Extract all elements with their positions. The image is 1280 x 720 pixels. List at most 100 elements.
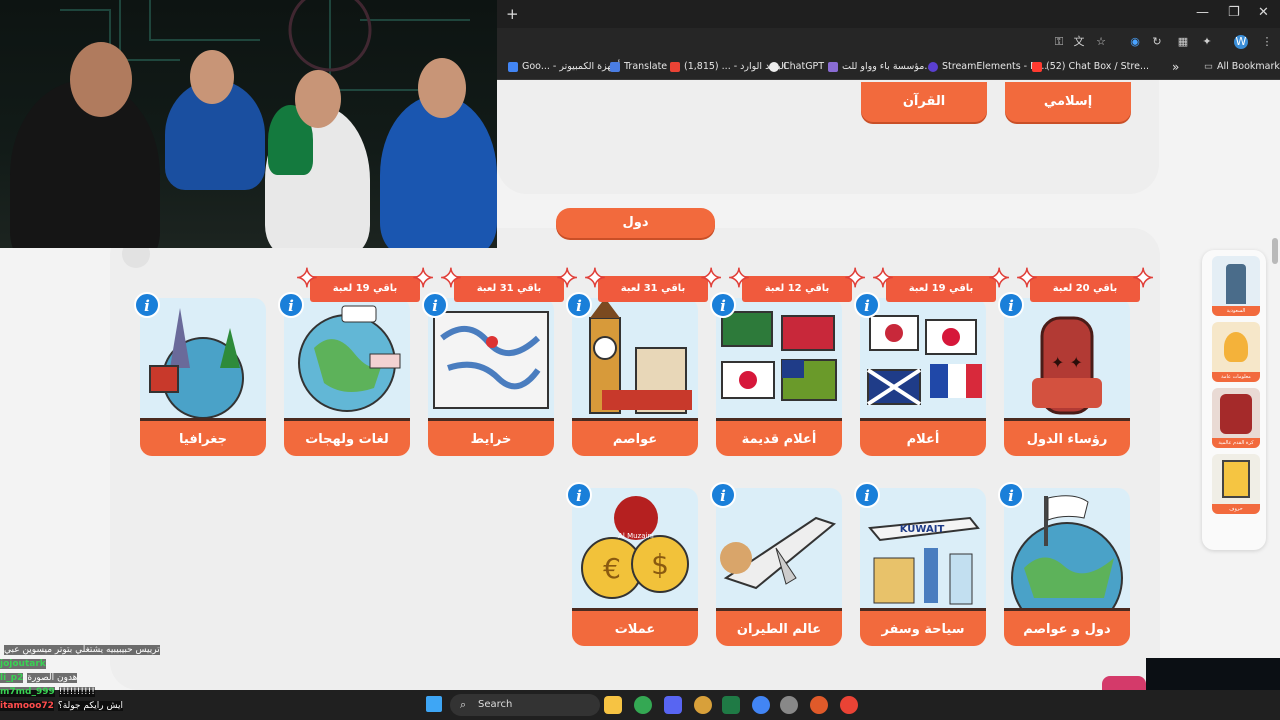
file-explorer-icon[interactable] [604, 696, 622, 714]
maximize-button[interactable]: ❐ [1228, 5, 1240, 20]
info-icon[interactable]: i [854, 292, 880, 318]
game-card-label: جغرافيا [140, 418, 266, 456]
flags-illustration [860, 298, 986, 418]
menu-icon[interactable]: ⋮ [1260, 35, 1274, 49]
game-card-label: رؤساء الدول [1004, 418, 1130, 456]
puzzle-icon[interactable]: ✦ [1200, 35, 1214, 49]
sidebar-item-letters[interactable]: حروف [1212, 454, 1260, 514]
star-icon[interactable]: ☆ [1094, 35, 1108, 49]
app-icon[interactable] [694, 696, 712, 714]
chat-text: هدون الصورة [27, 673, 78, 683]
svg-text:€: € [603, 552, 621, 585]
bookmark-label: Goo... - أجهزة الكمبيوتر [522, 61, 621, 72]
profile-avatar[interactable]: W [1234, 35, 1248, 49]
google-icon [508, 62, 518, 72]
info-icon[interactable]: i [710, 482, 736, 508]
suggestions-sidebar: السعودية معلومات عامة كرة القدم عالمية ح… [1202, 250, 1266, 550]
close-window-button[interactable]: ✕ [1258, 5, 1269, 20]
page-scrollbar[interactable] [1272, 238, 1278, 264]
remaining-games-badge: باقي 31 لعبة [440, 266, 578, 302]
throne-illustration: ✦ ✦ [1004, 298, 1130, 418]
all-bookmarks[interactable]: ▭ All Bookmarks [1204, 59, 1280, 75]
extension-icon[interactable]: ▦ [1176, 35, 1190, 49]
game-card-label: عملات [572, 608, 698, 646]
game-card-label: دول و عواصم [1004, 608, 1130, 646]
bookmark-label: (52) Chat Box / Stre... [1046, 61, 1149, 72]
game-card-label: عالم الطيران [716, 608, 842, 646]
info-icon[interactable]: i [566, 482, 592, 508]
game-card[interactable]: جغرافيا i [134, 292, 266, 456]
game-card[interactable]: أعلام قديمة iباقي 12 لعبة [710, 266, 866, 456]
remaining-games-badge: باقي 19 لعبة [296, 266, 434, 302]
info-icon[interactable]: i [710, 292, 736, 318]
streamer-3-head [295, 70, 341, 128]
discord-icon[interactable] [664, 696, 682, 714]
info-icon[interactable]: i [998, 292, 1024, 318]
bookmark[interactable]: ChatGPT [769, 59, 824, 75]
bookmark[interactable]: StreamElements - M... [928, 59, 1047, 75]
sidebar-item-label: السعودية [1212, 306, 1260, 316]
chat-message: ترييس حبيبيبيه يشتغلي بتوتر ميسوين عبي [0, 644, 240, 657]
info-icon[interactable]: i [422, 292, 448, 318]
key-icon[interactable]: ⚿ [1052, 35, 1066, 49]
game-card[interactable]: دول و عواصم i [998, 482, 1130, 646]
game-card[interactable]: عالم الطيران i [710, 482, 842, 646]
globe-illustration [284, 298, 410, 418]
game-card[interactable]: € $ Al Muzaini عملات i [566, 482, 698, 646]
sidebar-item-saudi[interactable]: السعودية [1212, 256, 1260, 316]
game-card[interactable]: ✦ ✦ رؤساء الدول iباقي 20 لعبة [998, 266, 1154, 456]
bookmarks-overflow[interactable]: » [1172, 59, 1179, 75]
game-card[interactable]: لغات ولهجات iباقي 19 لعبة [278, 266, 434, 456]
webcam-overlay [0, 0, 497, 248]
category-card-quran[interactable]: القرآن [861, 82, 987, 122]
bookmark[interactable]: مؤسسة باء وواو للت... [828, 59, 933, 75]
chrome-icon[interactable] [752, 696, 770, 714]
minimize-button[interactable]: — [1196, 5, 1209, 20]
game-card-label: عواصم [572, 418, 698, 456]
game-card[interactable]: عواصم iباقي 31 لعبة [566, 266, 722, 456]
bookmark[interactable]: Goo... - أجهزة الكمبيوتر [508, 59, 620, 75]
streamer-4 [380, 95, 497, 248]
site-icon [828, 62, 838, 72]
windows-start-icon[interactable] [426, 696, 442, 712]
info-icon[interactable]: i [134, 292, 160, 318]
info-icon[interactable]: i [854, 482, 880, 508]
sidebar-item-label: معلومات عامة [1212, 372, 1260, 382]
search-label: Search [478, 699, 513, 710]
extension-icon[interactable]: ◉ [1128, 35, 1142, 49]
chrome-icon[interactable] [840, 696, 858, 714]
game-card[interactable]: خرايط iباقي 31 لعبة [422, 266, 578, 456]
chrome-icon[interactable] [634, 696, 652, 714]
world-illustration [1004, 488, 1130, 608]
info-icon[interactable]: i [566, 292, 592, 318]
chat-username: m7md_999 [0, 687, 55, 697]
chat-text: ترييس حبيبيبيه يشتغلي بتوتر ميسوين عبي [4, 645, 160, 655]
remaining-games-badge: باقي 20 لعبة [1016, 266, 1154, 302]
sidebar-item-general[interactable]: معلومات عامة [1212, 322, 1260, 382]
sidebar-item-football[interactable]: كرة القدم عالمية [1212, 388, 1260, 448]
car-video-overlay [1146, 658, 1280, 690]
info-icon[interactable]: i [998, 482, 1024, 508]
excel-icon[interactable] [722, 696, 740, 714]
app-icon[interactable] [810, 696, 828, 714]
game-card[interactable]: KUWAIT سياحة وسفر i [854, 482, 986, 646]
remaining-games-badge: باقي 31 لعبة [584, 266, 722, 302]
game-card[interactable]: أعلام iباقي 19 لعبة [854, 266, 1010, 456]
new-tab-button[interactable]: + [506, 5, 519, 23]
category-card-islamic[interactable]: إسلامي [1005, 82, 1131, 122]
oldflags-illustration [716, 298, 842, 418]
chat-message: li_p2 هدون الصورة [0, 672, 240, 685]
app-icon[interactable] [780, 696, 798, 714]
taskbar-search[interactable]: Search [450, 694, 600, 716]
lightbulb-icon [1224, 332, 1248, 362]
translate-icon[interactable]: 文 [1072, 35, 1086, 49]
sidebar-item-label: حروف [1212, 504, 1260, 514]
extension-icon[interactable]: ↻ [1150, 35, 1164, 49]
info-icon[interactable]: i [278, 292, 304, 318]
remaining-games-badge: باقي 19 لعبة [872, 266, 1010, 302]
bookmark[interactable]: (52) Chat Box / Stre... [1032, 59, 1149, 75]
remaining-games-badge: باقي 12 لعبة [728, 266, 866, 302]
translate-icon [610, 62, 620, 72]
bookmark[interactable]: Translate [610, 59, 667, 75]
player-icon [1220, 394, 1252, 434]
